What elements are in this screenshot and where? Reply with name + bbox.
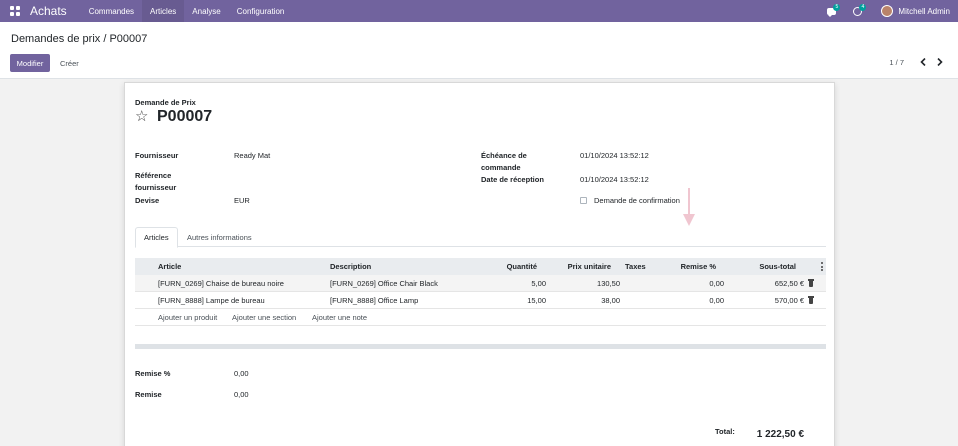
activities-badge: 4 xyxy=(859,4,867,11)
messages-badge: 5 xyxy=(833,4,841,11)
app-name[interactable]: Achats xyxy=(30,4,67,18)
discount-pct-field[interactable]: 0,00 xyxy=(234,368,249,380)
line-unit-price[interactable]: 38,00 xyxy=(545,292,620,309)
column-quantity[interactable]: Quantité xyxy=(475,258,537,275)
total-label: Total: xyxy=(715,427,735,436)
tab-other-info[interactable]: Autres informations xyxy=(179,227,260,248)
activities-button[interactable]: 4 xyxy=(853,4,867,17)
order-deadline-field[interactable]: 01/10/2024 13:52:12 xyxy=(580,150,649,162)
add-product-link[interactable]: Ajouter un produit xyxy=(158,309,217,326)
line-description[interactable]: [FURN_0269] Office Chair Black xyxy=(330,275,438,292)
notebook-tabs: Articles Autres informations xyxy=(135,227,826,248)
column-options-icon[interactable] xyxy=(821,262,823,271)
chevron-right-icon xyxy=(937,58,943,66)
discount-field[interactable]: 0,00 xyxy=(234,389,249,401)
supplier-label: Fournisseur xyxy=(135,151,179,160)
line-description[interactable]: [FURN_8888] Office Lamp xyxy=(330,292,418,309)
table-header: Article Description Quantité Prix unitai… xyxy=(135,258,826,275)
star-icon[interactable]: ☆ xyxy=(135,109,148,124)
menu-articles[interactable]: Articles xyxy=(142,0,185,22)
table-footer xyxy=(135,344,826,349)
line-article[interactable]: [FURN_8888] Lampe de bureau xyxy=(158,292,265,309)
discount-pct-label: Remise % xyxy=(135,369,171,378)
column-unit-price[interactable]: Prix unitaire xyxy=(545,258,611,275)
receipt-date-label: Date de réception xyxy=(481,175,544,184)
arrow-down-icon xyxy=(683,188,695,226)
line-subtotal: 570,00 € xyxy=(774,296,804,305)
currency-field[interactable]: EUR xyxy=(234,195,250,207)
breadcrumb: Demandes de prix / P00007 xyxy=(11,33,147,45)
pager-previous-button[interactable] xyxy=(915,55,931,69)
supplier-reference-field[interactable] xyxy=(234,170,354,182)
supplier-reference-label: Référence fournisseur xyxy=(135,171,177,192)
create-button[interactable]: Créer xyxy=(55,54,84,72)
edit-button[interactable]: Modifier xyxy=(10,54,50,72)
confirmation-label: Demande de confirmation xyxy=(594,196,680,205)
confirmation-checkbox[interactable] xyxy=(580,197,587,204)
column-discount[interactable]: Remise % xyxy=(655,258,716,275)
pager-next-button[interactable] xyxy=(932,55,948,69)
order-deadline-label: Échéance de commande xyxy=(481,151,527,172)
trash-icon[interactable] xyxy=(808,296,814,304)
breadcrumb-current: P00007 xyxy=(109,33,148,45)
menu-commandes[interactable]: Commandes xyxy=(81,0,142,22)
line-unit-price[interactable]: 130,50 xyxy=(545,275,620,292)
trash-icon[interactable] xyxy=(808,279,814,287)
add-note-link[interactable]: Ajouter une note xyxy=(312,309,367,326)
menu-configuration[interactable]: Configuration xyxy=(229,0,293,22)
line-quantity[interactable]: 5,00 xyxy=(475,275,546,292)
column-subtotal[interactable]: Sous-total xyxy=(735,258,796,275)
control-panel: Demandes de prix / P00007 Modifier Créer… xyxy=(0,22,958,79)
top-navbar: Achats Commandes Articles Analyse Config… xyxy=(0,0,958,22)
supplier-field[interactable]: Ready Mat xyxy=(234,150,270,162)
avatar[interactable] xyxy=(881,5,894,17)
user-menu[interactable]: Mitchell Admin xyxy=(898,7,950,16)
breadcrumb-parent[interactable]: Demandes de prix xyxy=(11,33,100,45)
total-value: 1 222,50 € xyxy=(756,429,804,440)
messages-button[interactable]: 5 xyxy=(827,4,841,17)
line-discount[interactable]: 0,00 xyxy=(655,292,724,309)
tab-articles[interactable]: Articles xyxy=(135,227,178,248)
form-sheet: Demande de Prix ☆ P00007 Fournisseur Rea… xyxy=(124,82,835,446)
column-taxes[interactable]: Taxes xyxy=(625,258,646,275)
document-type: Demande de Prix xyxy=(135,98,196,107)
pager-value[interactable]: 1 / 7 xyxy=(889,58,904,67)
discount-label: Remise xyxy=(135,390,162,399)
receipt-date-field[interactable]: 01/10/2024 13:52:12 xyxy=(580,174,649,186)
line-subtotal: 652,50 € xyxy=(774,279,804,288)
table-row[interactable]: [FURN_8888] Lampe de bureau [FURN_8888] … xyxy=(135,292,826,309)
table-row[interactable]: [FURN_0269] Chaise de bureau noire [FURN… xyxy=(135,275,826,292)
breadcrumb-separator: / xyxy=(103,33,107,45)
column-article[interactable]: Article xyxy=(158,258,181,275)
document-name: P00007 xyxy=(157,108,213,125)
chevron-left-icon xyxy=(920,58,926,66)
order-lines-table: Article Description Quantité Prix unitai… xyxy=(135,258,826,326)
line-discount[interactable]: 0,00 xyxy=(655,275,724,292)
currency-label: Devise xyxy=(135,196,160,205)
line-quantity[interactable]: 15,00 xyxy=(475,292,546,309)
column-description[interactable]: Description xyxy=(330,258,371,275)
add-line-row: Ajouter un produit Ajouter une section A… xyxy=(135,309,826,326)
add-section-link[interactable]: Ajouter une section xyxy=(232,309,296,326)
line-article[interactable]: [FURN_0269] Chaise de bureau noire xyxy=(158,275,284,292)
menu-analyse[interactable]: Analyse xyxy=(184,0,228,22)
apps-menu-icon[interactable] xyxy=(10,6,20,16)
